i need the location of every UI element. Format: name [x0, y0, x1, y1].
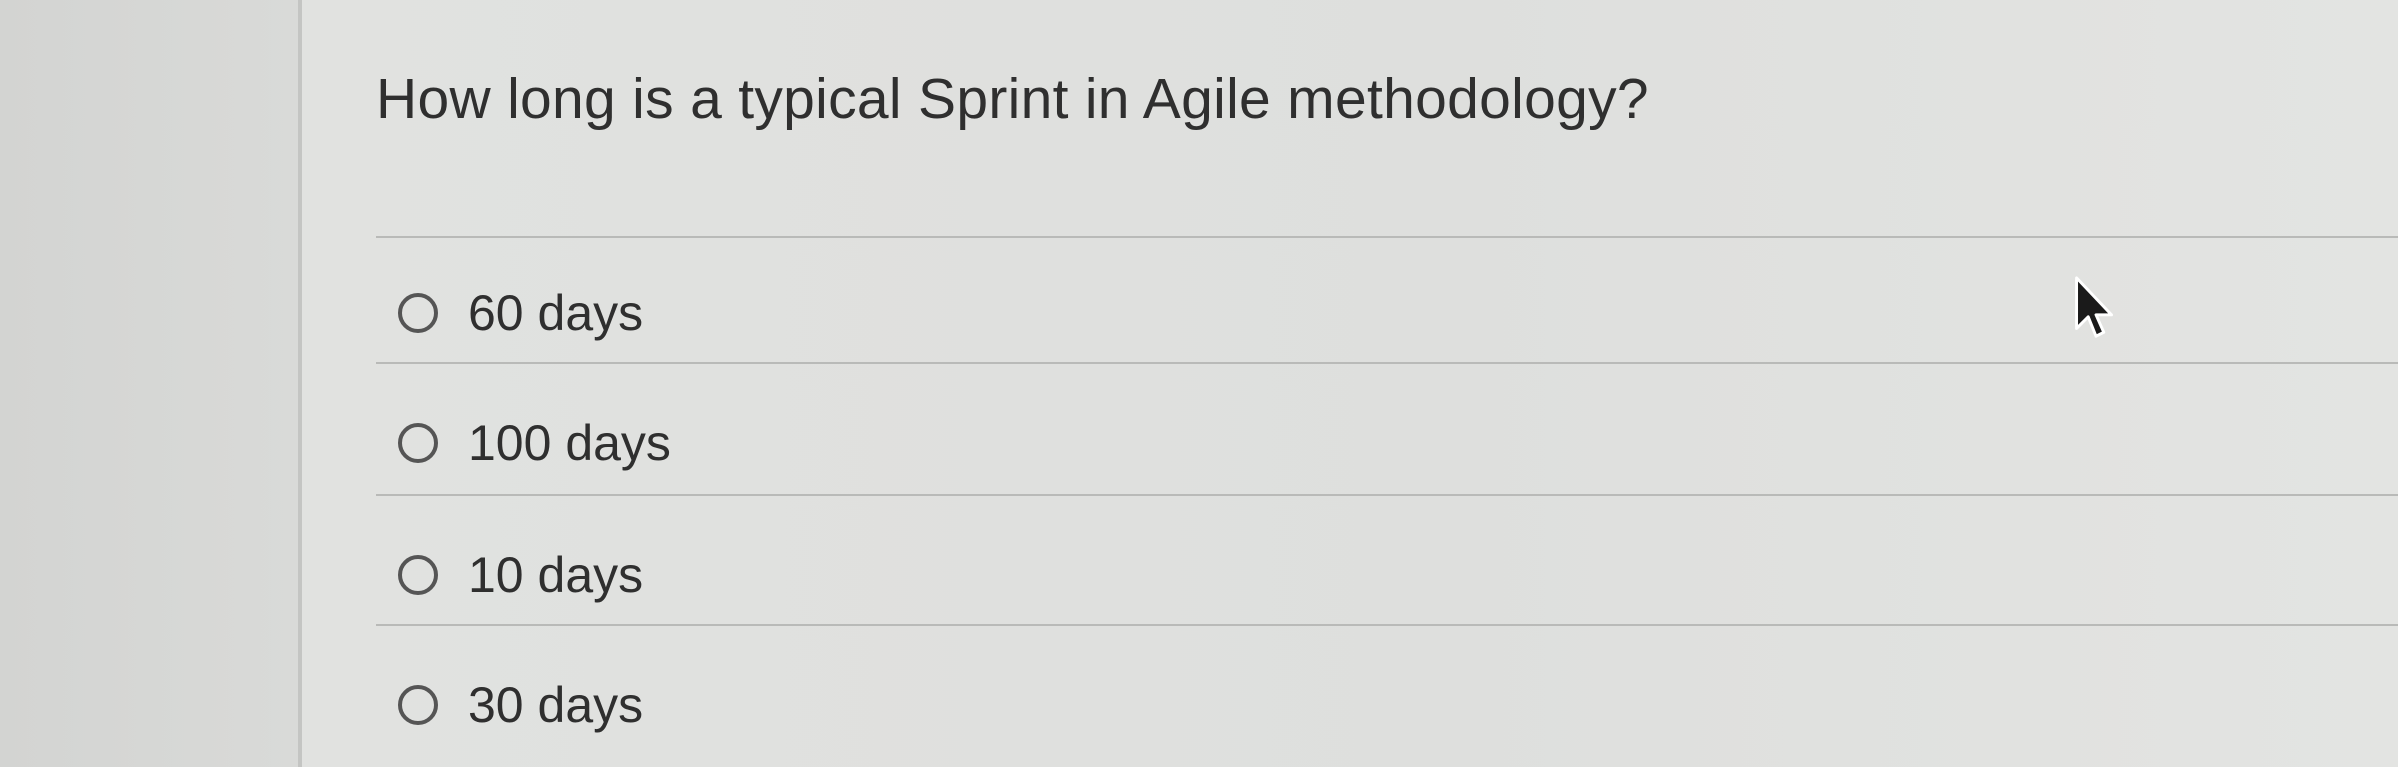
option-label: 10 days [468, 547, 644, 603]
radio-button-icon[interactable] [398, 685, 438, 725]
option-divider [376, 362, 2398, 364]
question-text: How long is a typical Sprint in Agile me… [376, 67, 1649, 131]
option-label: 100 days [468, 415, 671, 471]
mouse-pointer-icon [2075, 276, 2114, 338]
question-divider [376, 236, 2398, 238]
radio-button-icon[interactable] [398, 423, 438, 463]
option-30-days[interactable]: 30 days [376, 660, 2398, 750]
quiz-screen: How long is a typical Sprint in Agile me… [0, 0, 2398, 767]
radio-button-icon[interactable] [398, 293, 438, 333]
left-panel [0, 0, 298, 767]
option-divider [376, 494, 2398, 496]
option-label: 30 days [468, 677, 644, 733]
option-100-days[interactable]: 100 days [376, 398, 2398, 488]
option-10-days[interactable]: 10 days [376, 530, 2398, 620]
option-divider [376, 624, 2398, 626]
radio-button-icon[interactable] [398, 555, 438, 595]
option-label: 60 days [468, 285, 644, 341]
